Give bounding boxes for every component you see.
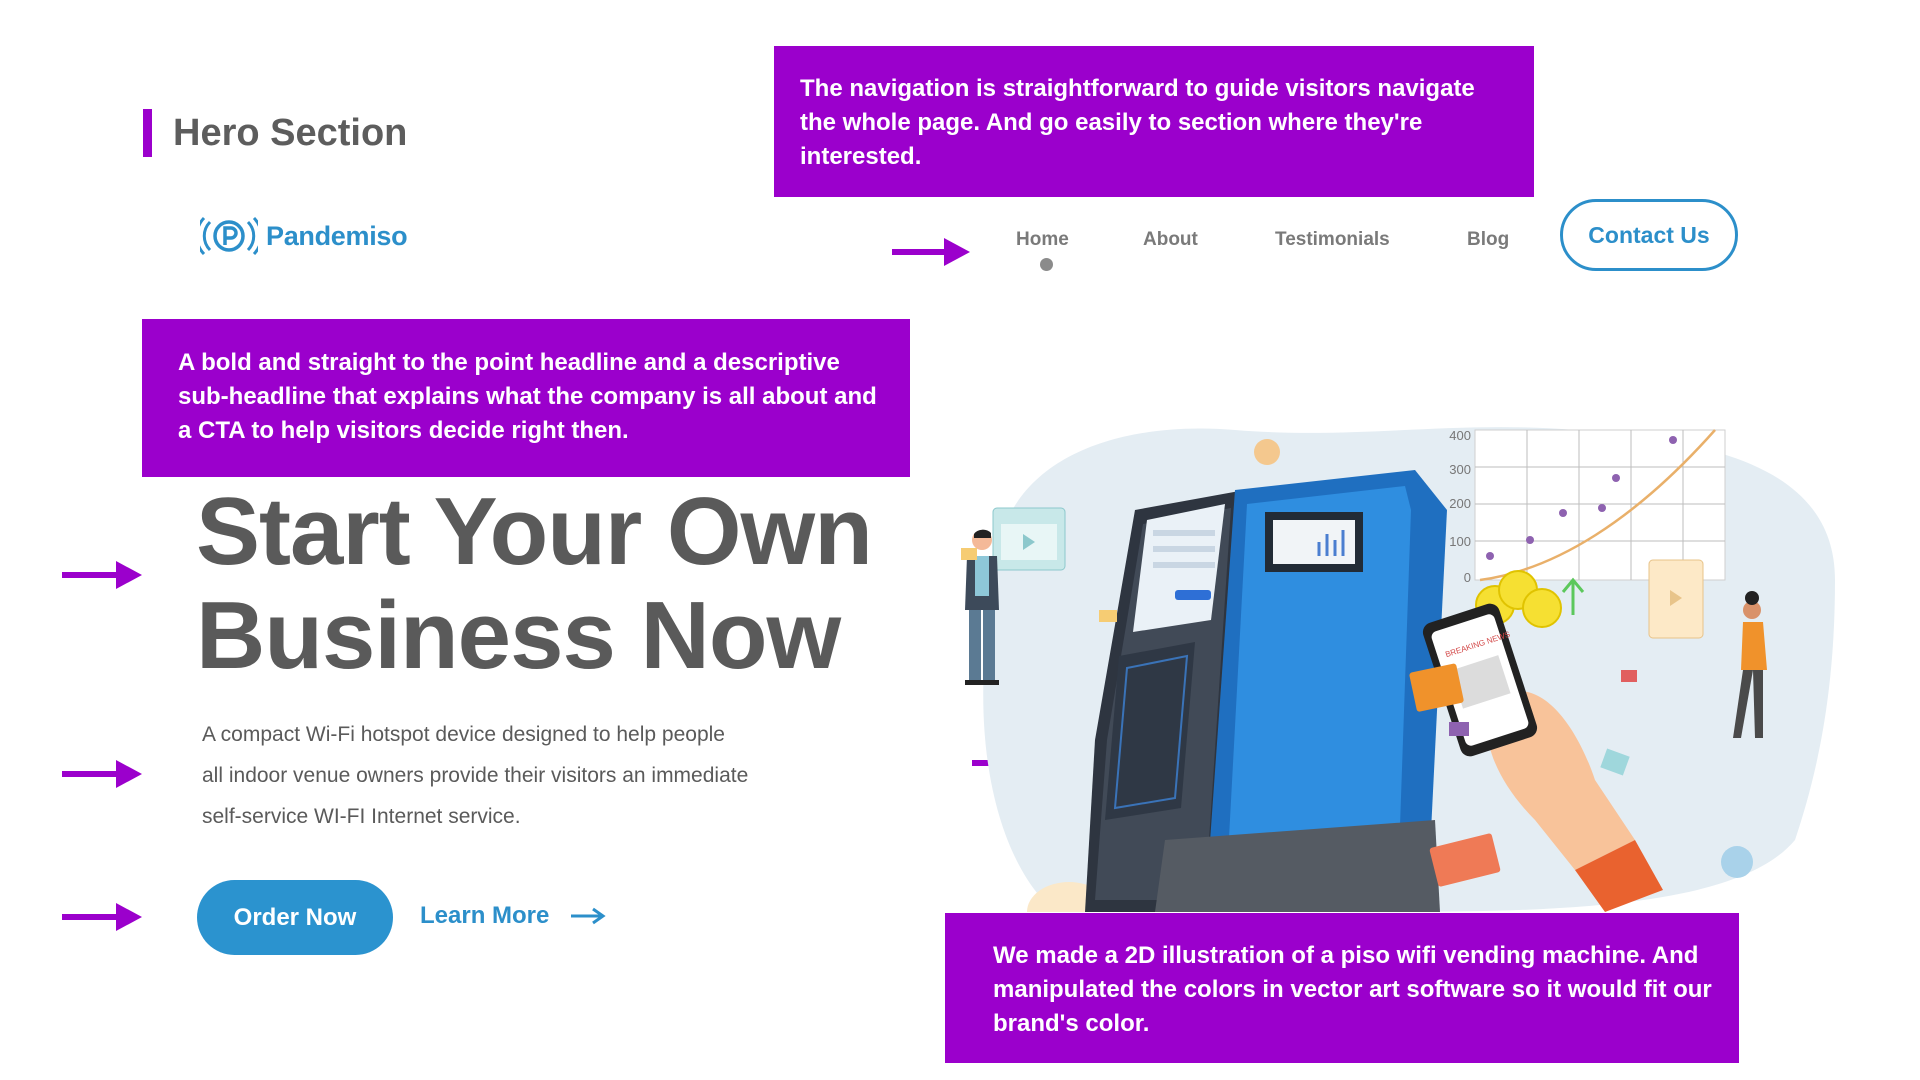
arrow-icon: [62, 903, 142, 931]
card-icon: [1621, 670, 1637, 682]
subheadline-line: A compact Wi-Fi hotspot device designed …: [202, 723, 725, 746]
annotation-headline: A bold and straight to the point headlin…: [142, 319, 910, 477]
vending-machine-icon: [1085, 470, 1447, 912]
vending-machine-illustration: 400 300 200 100 0 BREAKING NEWS: [961, 427, 1835, 912]
arrow-icon: [62, 561, 142, 589]
hero-headline: Start Your Own Business Now: [196, 480, 916, 688]
nav-testimonials[interactable]: Testimonials: [1275, 228, 1390, 252]
annotation-navigation: The navigation is straightforward to gui…: [774, 46, 1534, 197]
arrow-icon: [892, 238, 970, 266]
nav-blog[interactable]: Blog: [1467, 228, 1509, 252]
card-icon: [1449, 722, 1469, 736]
brand-name: Pandemiso: [266, 220, 408, 251]
video-card-icon: [1648, 559, 1704, 639]
arrow-right-icon: [571, 907, 606, 925]
learn-more-link[interactable]: Learn More: [420, 902, 607, 930]
decor-circle: [1721, 846, 1753, 878]
section-title: Hero Section: [173, 112, 408, 154]
card-icon: [961, 548, 977, 560]
nav-active-indicator: [1040, 258, 1053, 271]
hero-headline-line: Business Now: [196, 582, 841, 689]
hero-subheadline: A compact Wi-Fi hotspot device designed …: [202, 714, 822, 837]
chart-tick-label: 100: [1449, 534, 1471, 549]
contact-us-button[interactable]: Contact Us: [1560, 199, 1738, 271]
chart-tick-label: 400: [1449, 428, 1471, 443]
chart-tick-label: 200: [1449, 496, 1471, 511]
learn-more-label: Learn More: [420, 902, 550, 929]
subheadline-line: all indoor venue owners provide their vi…: [202, 764, 749, 787]
section-accent-bar: [143, 109, 152, 157]
annotation-illustration: We made a 2D illustration of a piso wifi…: [945, 913, 1739, 1063]
arrow-icon: [62, 760, 142, 788]
card-icon: [1099, 610, 1117, 622]
nav-about[interactable]: About: [1143, 228, 1198, 252]
video-card-icon: [992, 507, 1066, 571]
decor-circle: [1254, 439, 1280, 465]
chart-tick-label: 0: [1464, 570, 1471, 585]
subheadline-line: self-service WI-FI Internet service.: [202, 805, 521, 828]
order-now-button[interactable]: Order Now: [197, 880, 393, 955]
chart-tick-label: 300: [1449, 462, 1471, 477]
brand-logo[interactable]: Pandemiso: [200, 216, 408, 256]
nav-home[interactable]: Home: [1016, 228, 1069, 252]
wifi-p-logo-icon: [200, 216, 258, 256]
hero-headline-line: Start Your Own: [196, 478, 873, 585]
